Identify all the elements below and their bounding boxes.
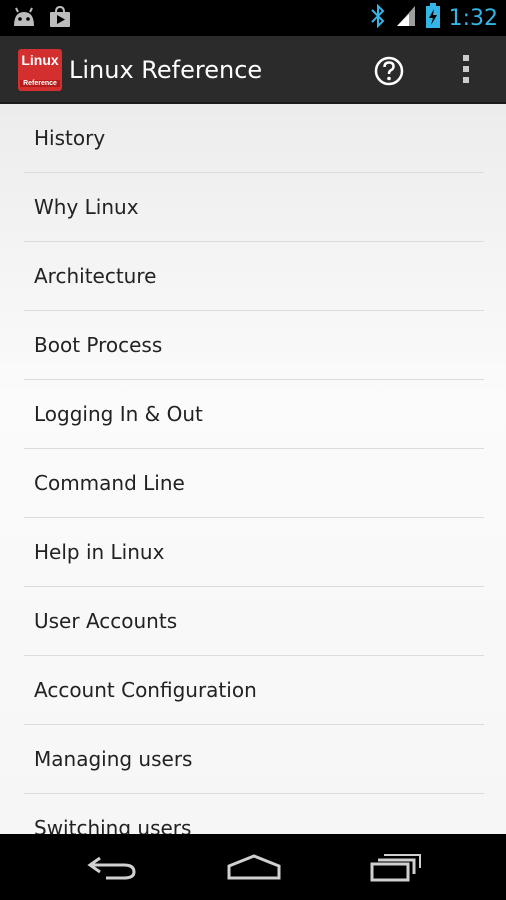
list-item[interactable]: Boot Process	[24, 311, 484, 380]
list-item-label: Account Configuration	[34, 678, 257, 702]
list-item-label: Boot Process	[34, 333, 163, 357]
list-item-label: Logging In & Out	[34, 402, 203, 426]
list-item-label: Why Linux	[34, 195, 139, 219]
list-item[interactable]: Switching users	[24, 794, 484, 834]
android-icon	[10, 6, 38, 33]
overflow-menu-button[interactable]	[456, 52, 476, 86]
list-item-label: Managing users	[34, 747, 193, 771]
list-item[interactable]: Managing users	[24, 725, 484, 794]
recent-apps-icon	[368, 854, 422, 888]
play-store-icon	[48, 5, 72, 33]
signal-icon	[395, 4, 417, 33]
list-item[interactable]: User Accounts	[24, 587, 484, 656]
back-button[interactable]	[86, 850, 142, 884]
recent-apps-button[interactable]	[368, 850, 422, 884]
app-logo[interactable]: Linux Reference	[18, 49, 62, 91]
list-item[interactable]: History	[24, 104, 484, 173]
app-title: Linux Reference	[69, 56, 263, 84]
logo-text-top: Linux	[21, 52, 59, 68]
overflow-menu-icon	[456, 55, 476, 90]
help-button[interactable]	[372, 54, 406, 88]
battery-charging-icon	[425, 3, 441, 34]
status-clock: 1:32	[448, 6, 498, 31]
list-item-label: User Accounts	[34, 609, 178, 633]
home-icon	[225, 854, 283, 888]
home-button[interactable]	[225, 850, 283, 884]
status-bar: 1:32	[0, 0, 506, 36]
list-item-label: History	[34, 126, 106, 150]
list-item-label: Switching users	[34, 816, 192, 834]
list-item-label: Help in Linux	[34, 540, 165, 564]
list-item[interactable]: Why Linux	[24, 173, 484, 242]
bluetooth-icon	[369, 3, 387, 34]
list-item[interactable]: Architecture	[24, 242, 484, 311]
list-item[interactable]: Help in Linux	[24, 518, 484, 587]
list-item-label: Command Line	[34, 471, 185, 495]
navigation-bar	[0, 834, 506, 900]
topic-list[interactable]: History Why Linux Architecture Boot Proc…	[0, 104, 506, 834]
list-item[interactable]: Command Line	[24, 449, 484, 518]
logo-text-bottom: Reference	[20, 80, 60, 87]
action-bar: Linux Reference Linux Reference	[0, 36, 506, 104]
list-item[interactable]: Logging In & Out	[24, 380, 484, 449]
list-item[interactable]: Account Configuration	[24, 656, 484, 725]
list-item-label: Architecture	[34, 264, 157, 288]
help-icon	[372, 56, 406, 92]
back-icon	[86, 856, 142, 888]
